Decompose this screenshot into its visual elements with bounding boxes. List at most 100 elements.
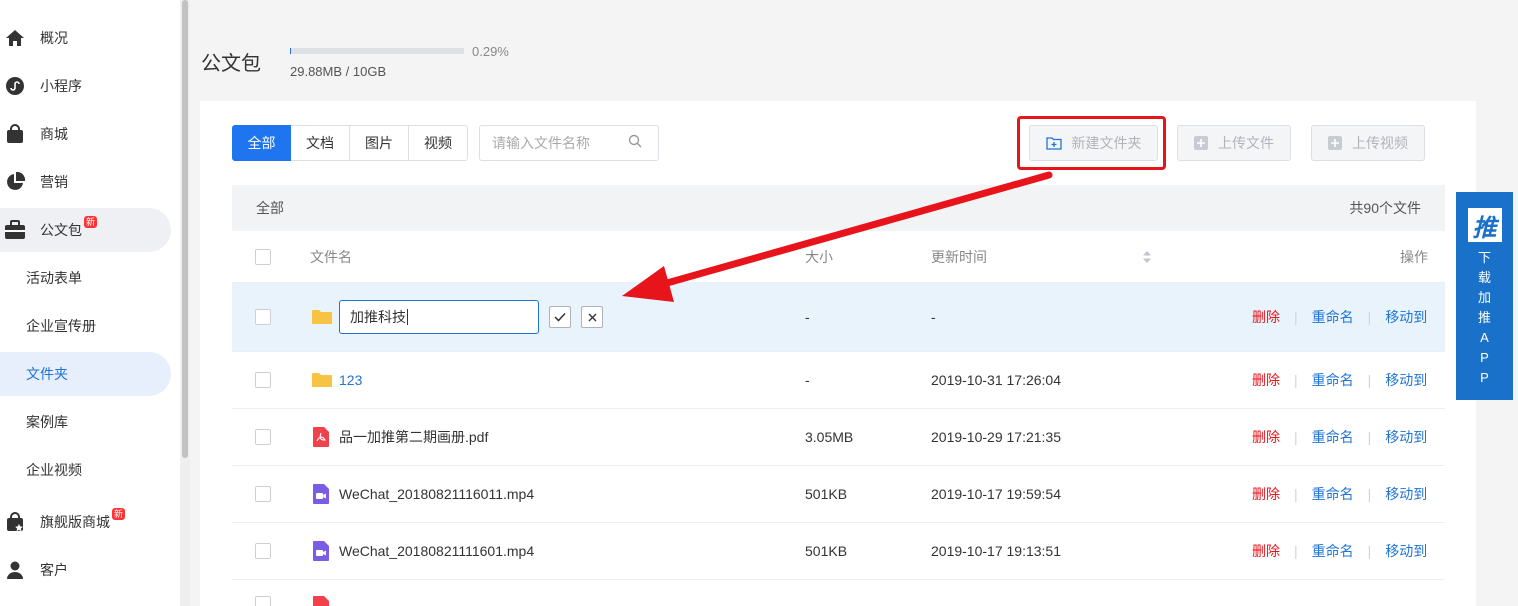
- confirm-button[interactable]: [549, 306, 571, 328]
- row-checkbox[interactable]: [255, 486, 271, 502]
- scrollbar-thumb[interactable]: [182, 0, 188, 458]
- cancel-button[interactable]: [581, 306, 603, 328]
- tab-all[interactable]: 全部: [232, 125, 291, 161]
- sidebar-item-label: 营销: [40, 174, 68, 190]
- rename-link[interactable]: 重命名: [1312, 427, 1354, 447]
- storage-usage-text: 29.88MB / 10GB: [290, 64, 387, 79]
- table-row: 品一加推第二期画册.pdf 3.05MB 2019-10-29 17:21:35…: [232, 409, 1445, 466]
- upload-video-button[interactable]: 上传视频: [1311, 125, 1425, 161]
- table-row-partial: [232, 580, 1445, 606]
- pie-chart-icon: [4, 171, 26, 193]
- folder-icon: [312, 352, 332, 408]
- download-app-promo[interactable]: 推 下载加推APP: [1456, 192, 1513, 400]
- file-name[interactable]: WeChat_20180821111601.mp4: [339, 543, 534, 559]
- upload-file-button[interactable]: 上传文件: [1177, 125, 1291, 161]
- briefcase-icon: [4, 219, 26, 241]
- sidebar-item-label: 概况: [40, 30, 68, 46]
- premium-bag-icon: [4, 511, 26, 533]
- divider: |: [1294, 429, 1298, 445]
- sidebar-sub-brochure[interactable]: 企业宣传册: [0, 304, 171, 348]
- sidebar-sub-forms[interactable]: 活动表单: [0, 256, 171, 300]
- sidebar-item-marketing[interactable]: 营销: [0, 160, 68, 204]
- move-to-link[interactable]: 移动到: [1385, 541, 1427, 561]
- sidebar-item-overview[interactable]: 概况: [0, 16, 68, 60]
- sidebar-item-customer[interactable]: 客户: [0, 548, 68, 592]
- delete-link[interactable]: 删除: [1252, 427, 1280, 447]
- video-file-icon: [313, 466, 329, 522]
- file-name[interactable]: 123: [339, 372, 362, 388]
- file-name[interactable]: 品一加推第二期画册.pdf: [339, 427, 488, 447]
- tab-videos[interactable]: 视频: [409, 125, 468, 161]
- user-icon: [4, 559, 26, 581]
- move-to-link[interactable]: 移动到: [1385, 427, 1427, 447]
- divider: |: [1367, 372, 1372, 388]
- rename-link[interactable]: 重命名: [1312, 484, 1354, 504]
- sidebar-scrollbar[interactable]: [180, 0, 190, 606]
- file-updated: 2019-10-29 17:21:35: [931, 429, 1061, 445]
- sidebar: 概况 小程序 商城 营销 公文包 新 活动表单 企业宣传册 文件夹 案例库 企业…: [0, 0, 180, 606]
- file-count: 共90个文件: [1349, 200, 1421, 216]
- divider: |: [1294, 543, 1298, 559]
- search-box: [479, 125, 659, 161]
- shopping-bag-icon: [4, 123, 26, 145]
- file-name[interactable]: WeChat_20180821116011.mp4: [339, 486, 534, 502]
- row-checkbox[interactable]: [255, 309, 271, 325]
- file-size: -: [805, 372, 810, 388]
- delete-link[interactable]: 删除: [1252, 541, 1280, 561]
- storage-usage-fill: [290, 48, 292, 54]
- file-updated: -: [931, 309, 936, 325]
- column-updated[interactable]: 更新时间: [931, 231, 987, 282]
- close-icon: [588, 309, 597, 325]
- row-checkbox[interactable]: [255, 429, 271, 445]
- column-ops: 操作: [1400, 248, 1428, 265]
- table-row: WeChat_20180821116011.mp4 501KB 2019-10-…: [232, 466, 1445, 523]
- sidebar-item-shop[interactable]: 商城: [0, 112, 68, 156]
- divider: |: [1367, 429, 1372, 445]
- upload-file-label: 上传文件: [1218, 135, 1274, 151]
- folder-name-input[interactable]: 加推科技: [339, 300, 539, 334]
- app-logo: 推: [1467, 208, 1502, 242]
- sort-icon[interactable]: [1142, 231, 1152, 282]
- plus-square-icon: [1328, 136, 1342, 150]
- row-checkbox[interactable]: [255, 543, 271, 559]
- check-icon: [554, 309, 566, 325]
- sidebar-item-premium-shop[interactable]: 旗舰版商城 新: [0, 500, 126, 544]
- delete-link[interactable]: 删除: [1252, 484, 1280, 504]
- new-badge: 新: [112, 508, 126, 520]
- delete-link[interactable]: 删除: [1252, 307, 1280, 327]
- pdf-file-icon: [313, 409, 329, 465]
- list-header: 全部 共90个文件: [232, 185, 1445, 231]
- row-checkbox[interactable]: [255, 372, 271, 388]
- rename-link[interactable]: 重命名: [1312, 541, 1354, 561]
- mini-program-icon: [4, 75, 26, 97]
- search-icon[interactable]: [628, 134, 642, 153]
- filter-tabs: 全部 文档 图片 视频: [232, 125, 468, 161]
- move-to-link[interactable]: 移动到: [1385, 370, 1427, 390]
- sidebar-sub-folder[interactable]: 文件夹: [0, 352, 171, 396]
- rename-link[interactable]: 重命名: [1312, 370, 1354, 390]
- tab-documents[interactable]: 文档: [291, 125, 350, 161]
- video-file-icon: [313, 523, 329, 579]
- row-checkbox[interactable]: [255, 596, 271, 606]
- divider: |: [1294, 372, 1298, 388]
- move-to-link[interactable]: 移动到: [1385, 307, 1427, 327]
- rename-link[interactable]: 重命名: [1312, 307, 1354, 327]
- move-to-link[interactable]: 移动到: [1385, 484, 1427, 504]
- delete-link[interactable]: 删除: [1252, 370, 1280, 390]
- divider: |: [1367, 543, 1372, 559]
- search-input[interactable]: [492, 135, 628, 151]
- sidebar-item-briefcase[interactable]: 公文包 新: [0, 208, 171, 252]
- new-badge: 新: [84, 216, 98, 228]
- sidebar-sub-cases[interactable]: 案例库: [0, 400, 171, 444]
- tab-images[interactable]: 图片: [350, 125, 409, 161]
- promo-text: 下载加推APP: [1477, 250, 1491, 385]
- file-updated: 2019-10-31 17:26:04: [931, 372, 1061, 388]
- select-all-checkbox[interactable]: [255, 248, 271, 265]
- home-icon: [4, 27, 26, 49]
- sidebar-item-miniprogram[interactable]: 小程序: [0, 64, 82, 108]
- divider: |: [1367, 309, 1372, 325]
- breadcrumb[interactable]: 全部: [256, 198, 284, 218]
- sidebar-sub-videos[interactable]: 企业视频: [0, 448, 171, 492]
- storage-usage-bar: [290, 48, 464, 54]
- storage-usage-percent: 0.29%: [472, 44, 509, 59]
